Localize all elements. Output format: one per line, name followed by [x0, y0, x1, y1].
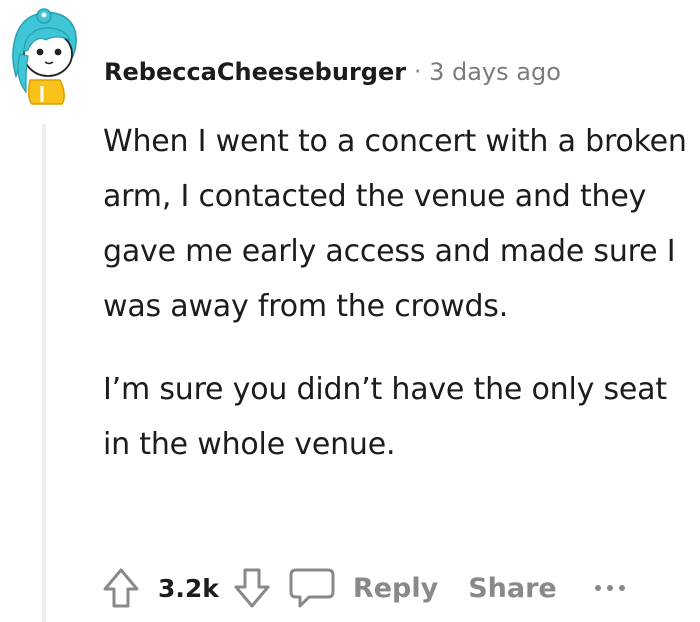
comment-paragraph: I’m sure you didn’t have the only seat i… — [103, 372, 667, 462]
arrow-down-outline-icon — [234, 568, 270, 608]
upvote-button[interactable] — [98, 563, 144, 613]
thread-line[interactable] — [42, 124, 46, 622]
arrow-up-outline-icon — [103, 568, 139, 608]
downvote-button[interactable] — [229, 563, 275, 613]
username-link[interactable]: RebeccaCheeseburger — [104, 58, 406, 86]
ellipsis-icon — [606, 585, 613, 591]
reply-button[interactable]: Reply — [287, 566, 438, 610]
more-options-button[interactable] — [594, 568, 631, 608]
comment-body: When I went to a concert with a broken a… — [103, 114, 693, 472]
meta-separator: · — [414, 59, 422, 85]
comment-actions: 3.2k Reply Share — [98, 560, 631, 616]
vote-score: 3.2k — [158, 573, 219, 603]
reply-label: Reply — [352, 572, 439, 604]
comment-paragraph: When I went to a concert with a broken a… — [103, 124, 687, 324]
speech-bubble-icon — [289, 568, 335, 608]
avatar[interactable] — [6, 6, 82, 106]
share-button[interactable]: Share — [468, 573, 557, 604]
ellipsis-icon — [618, 585, 625, 591]
timestamp[interactable]: 3 days ago — [429, 58, 561, 86]
ellipsis-icon — [594, 585, 601, 591]
comment-header: RebeccaCheeseburger · 3 days ago — [104, 54, 561, 90]
